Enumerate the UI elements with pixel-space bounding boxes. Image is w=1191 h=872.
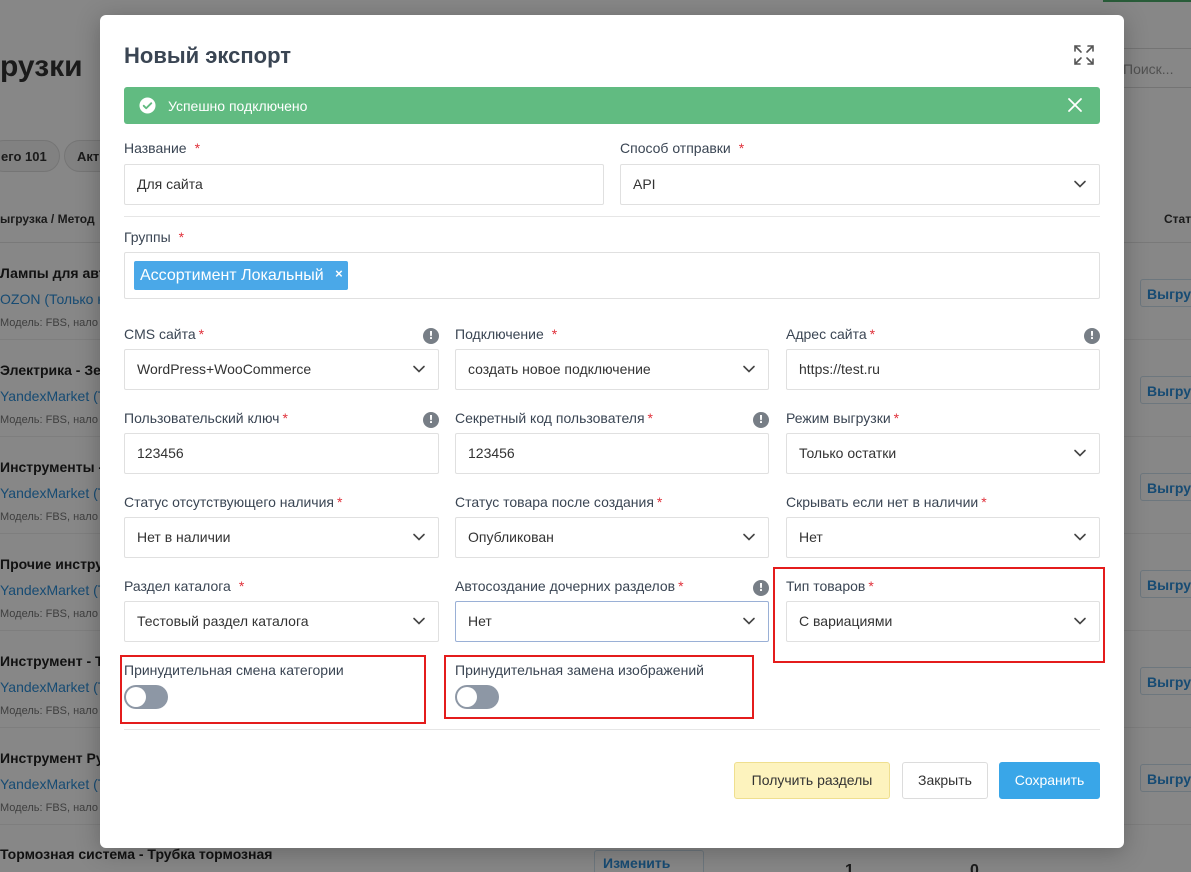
site-address-label: Адрес сайта * — [786, 326, 876, 342]
catalog-section-value: Тестовый раздел каталога — [137, 613, 309, 629]
connection-label: Подключение * — [455, 326, 558, 342]
connection-value: создать новое подключение — [468, 361, 651, 377]
save-button[interactable]: Сохранить — [999, 762, 1100, 799]
cms-value: WordPress+WooCommerce — [137, 361, 312, 377]
chevron-down-icon — [413, 365, 425, 373]
export-mode-label: Режим выгрузки * — [786, 410, 900, 426]
chevron-down-icon — [413, 617, 425, 625]
catalog-section-label: Раздел каталога * — [124, 578, 245, 594]
auto-subsections-select[interactable]: Нет — [455, 601, 769, 642]
product-status-label: Статус товара после создания * — [455, 494, 663, 510]
chevron-down-icon — [1074, 449, 1086, 457]
modal-title: Новый экспорт — [124, 43, 292, 68]
info-icon[interactable]: ! — [423, 328, 439, 344]
get-sections-button[interactable]: Получить разделы — [734, 762, 890, 799]
auto-subsections-value: Нет — [468, 613, 492, 629]
groups-tag-input[interactable]: Ассортимент Локальный × — [124, 252, 1100, 299]
send-method-label: Способ отправки * — [620, 140, 745, 156]
tag-remove-icon[interactable]: × — [335, 259, 343, 288]
footer-divider — [124, 729, 1100, 730]
catalog-section-select[interactable]: Тестовый раздел каталога — [124, 601, 439, 642]
user-secret-input[interactable]: 123456 — [455, 433, 769, 474]
product-status-select[interactable]: Опубликован — [455, 517, 769, 558]
name-label: Название * — [124, 140, 201, 156]
check-circle-icon — [139, 97, 156, 114]
expand-icon[interactable] — [1073, 44, 1095, 66]
name-input[interactable]: Для сайта — [124, 164, 604, 205]
hide-out-of-stock-label: Скрывать если нет в наличии * — [786, 494, 987, 510]
highlight-box — [444, 655, 754, 719]
export-mode-select[interactable]: Только остатки — [786, 433, 1100, 474]
hide-out-of-stock-select[interactable]: Нет — [786, 517, 1100, 558]
connection-select[interactable]: создать новое подключение — [455, 349, 769, 390]
close-button[interactable]: Закрыть — [902, 762, 988, 799]
chevron-down-icon — [743, 617, 755, 625]
chevron-down-icon — [1074, 180, 1086, 188]
out-of-stock-status-value: Нет в наличии — [137, 529, 231, 545]
chevron-down-icon — [413, 533, 425, 541]
success-alert: Успешно подключено — [124, 87, 1100, 124]
alert-text: Успешно подключено — [168, 98, 308, 114]
cms-select[interactable]: WordPress+WooCommerce — [124, 349, 439, 390]
send-method-value: API — [633, 176, 656, 192]
export-mode-value: Только остатки — [799, 445, 897, 461]
info-icon[interactable]: ! — [753, 412, 769, 428]
groups-label: Группы * — [124, 229, 185, 245]
close-icon[interactable] — [1066, 96, 1084, 114]
chevron-down-icon — [743, 365, 755, 373]
user-key-label: Пользовательский ключ * — [124, 410, 288, 426]
hide-out-of-stock-value: Нет — [799, 529, 823, 545]
send-method-select[interactable]: API — [620, 164, 1100, 205]
highlight-box — [773, 567, 1105, 663]
cms-label: CMS сайта * — [124, 326, 205, 342]
chevron-down-icon — [1074, 533, 1086, 541]
user-key-input[interactable]: 123456 — [124, 433, 439, 474]
new-export-modal: Новый экспорт Успешно подключено Названи… — [100, 15, 1124, 848]
info-icon[interactable]: ! — [423, 412, 439, 428]
product-status-value: Опубликован — [468, 529, 554, 545]
section-divider — [124, 216, 1100, 217]
auto-subsections-label: Автосоздание дочерних разделов * — [455, 578, 684, 594]
highlight-box — [120, 655, 426, 724]
info-icon[interactable]: ! — [753, 580, 769, 596]
site-address-input[interactable]: https://test.ru — [786, 349, 1100, 390]
out-of-stock-status-label: Статус отсутствующего наличия * — [124, 494, 343, 510]
info-icon[interactable]: ! — [1084, 328, 1100, 344]
group-tag-label: Ассортимент Локальный — [140, 267, 324, 284]
group-tag: Ассортимент Локальный × — [134, 261, 348, 290]
out-of-stock-status-select[interactable]: Нет в наличии — [124, 517, 439, 558]
chevron-down-icon — [743, 533, 755, 541]
user-secret-label: Секретный код пользователя * — [455, 410, 653, 426]
